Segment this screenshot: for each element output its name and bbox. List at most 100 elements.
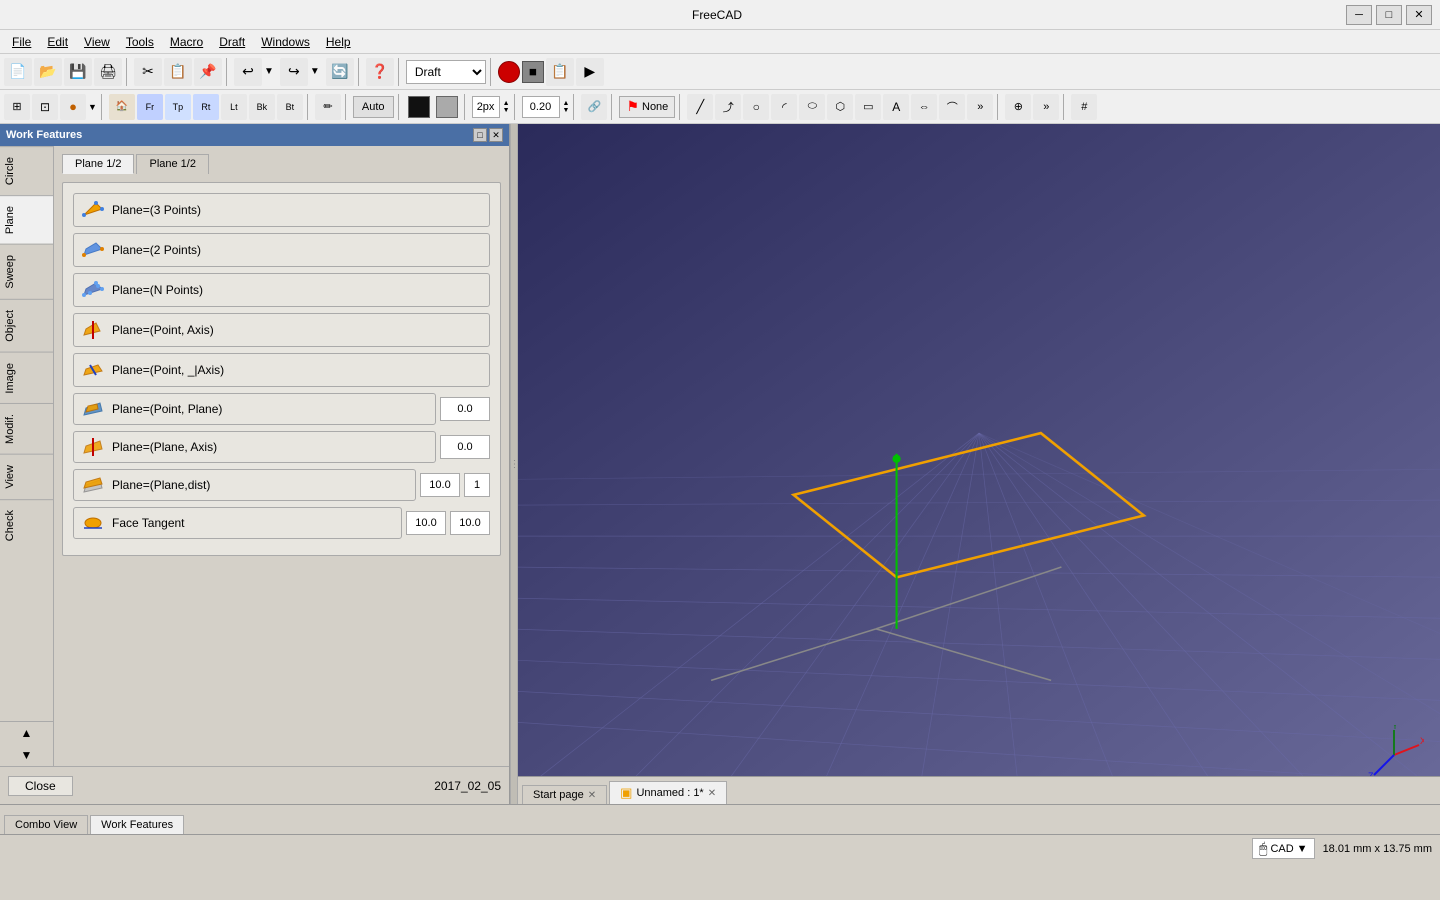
view-front-btn[interactable]: Fr: [137, 94, 163, 120]
view-3d-btn[interactable]: ●: [60, 94, 86, 120]
btn-plane-plane-axis[interactable]: Plane=(Plane, Axis): [73, 431, 436, 463]
side-tab-circle[interactable]: Circle: [0, 146, 53, 195]
view-left-btn[interactable]: Lt: [221, 94, 247, 120]
more-tools-btn[interactable]: »: [967, 94, 993, 120]
side-tab-sweep[interactable]: Sweep: [0, 244, 53, 299]
close-panel-btn[interactable]: Close: [8, 776, 73, 796]
maximize-button[interactable]: □: [1376, 5, 1402, 25]
panel-close-btn[interactable]: ✕: [489, 128, 503, 142]
view-back-btn[interactable]: Bk: [249, 94, 275, 120]
side-tab-plane[interactable]: Plane: [0, 195, 53, 244]
text-tool-btn[interactable]: A: [883, 94, 909, 120]
wire-tool-btn[interactable]: ⤴: [715, 94, 741, 120]
menu-tools[interactable]: Tools: [118, 33, 162, 51]
opacity-spinner[interactable]: ▲▼: [563, 100, 570, 114]
width-spinner[interactable]: ▲▼: [503, 100, 510, 114]
macro-editor-btn[interactable]: 📋: [546, 58, 574, 86]
btn-plane-2points[interactable]: Plane=(2 Points): [73, 233, 490, 267]
line-tool-btn[interactable]: ╱: [687, 94, 713, 120]
menu-file[interactable]: File: [4, 33, 39, 51]
cad-badge[interactable]: 🖱 CAD ▼: [1252, 838, 1315, 859]
bspline-tool-btn[interactable]: ⌒: [939, 94, 965, 120]
view-select-btn[interactable]: ⊡: [32, 94, 58, 120]
minimize-button[interactable]: ─: [1346, 5, 1372, 25]
btn-plane-point-axis[interactable]: Plane=(Point, Axis): [73, 313, 490, 347]
input-plane-plane-dist-2[interactable]: [464, 473, 490, 497]
polygon-tool-btn[interactable]: ⬡: [827, 94, 853, 120]
input-plane-plane-dist-1[interactable]: [420, 473, 460, 497]
help-btn[interactable]: ❓: [366, 58, 394, 86]
grid-btn[interactable]: #: [1071, 94, 1097, 120]
btn-plane-point-perpaxis[interactable]: Plane=(Point, _|Axis): [73, 353, 490, 387]
side-tab-view[interactable]: View: [0, 454, 53, 499]
canvas-area[interactable]: X Y Z Start page ✕ ▣ Unnamed : 1* ✕: [518, 124, 1440, 804]
menu-help[interactable]: Help: [318, 33, 359, 51]
undo-dropdown[interactable]: ▼: [264, 66, 274, 77]
ellipse-tool-btn[interactable]: ⬭: [799, 94, 825, 120]
side-tab-image[interactable]: Image: [0, 352, 53, 404]
line-color-swatch[interactable]: [408, 96, 430, 118]
canvas-tab-unnamed[interactable]: ▣ Unnamed : 1* ✕: [609, 781, 727, 804]
snap-tools-btn[interactable]: ⊕: [1005, 94, 1031, 120]
input-plane-plane-axis[interactable]: [440, 435, 490, 459]
menu-draft[interactable]: Draft: [211, 33, 253, 51]
scroll-down-btn[interactable]: ▼: [0, 744, 53, 766]
btn-face-tangent[interactable]: Face Tangent: [73, 507, 402, 539]
print-btn[interactable]: 🖨: [94, 58, 122, 86]
tab-plane-2[interactable]: Plane 1/2: [136, 154, 208, 174]
input-face-tangent-2[interactable]: [450, 511, 490, 535]
input-plane-point-plane[interactable]: [440, 397, 490, 421]
fill-color-swatch[interactable]: [436, 96, 458, 118]
side-tab-check[interactable]: Check: [0, 499, 53, 551]
menu-windows[interactable]: Windows: [253, 33, 318, 51]
btn-plane-3points[interactable]: Plane=(3 Points): [73, 193, 490, 227]
stop-macro-btn[interactable]: ■: [522, 61, 544, 83]
snap-icon-btn[interactable]: 🔗: [581, 94, 607, 120]
workbench-selector[interactable]: Draft Part Sketcher: [406, 60, 486, 84]
btn-plane-npoints[interactable]: Plane=(N Points): [73, 273, 490, 307]
bottom-tab-workfeatures[interactable]: Work Features: [90, 815, 184, 834]
panel-float-btn[interactable]: □: [473, 128, 487, 142]
btn-plane-plane-dist[interactable]: Plane=(Plane,dist): [73, 469, 416, 501]
record-macro-btn[interactable]: [498, 61, 520, 83]
canvas-tab-unnamed-close[interactable]: ✕: [708, 788, 716, 799]
scroll-up-btn[interactable]: ▲: [0, 721, 53, 744]
circle-tool-btn[interactable]: ○: [743, 94, 769, 120]
canvas-tab-startpage[interactable]: Start page ✕: [522, 785, 607, 804]
paste-btn[interactable]: 📌: [194, 58, 222, 86]
new-file-btn[interactable]: 📄: [4, 58, 32, 86]
redo-btn[interactable]: ↪: [280, 58, 308, 86]
rectangle-tool-btn[interactable]: ▭: [855, 94, 881, 120]
snap-auto-btn[interactable]: Auto: [353, 96, 394, 118]
view-right-btn[interactable]: Rt: [193, 94, 219, 120]
refresh-btn[interactable]: 🔄: [326, 58, 354, 86]
input-face-tangent-1[interactable]: [406, 511, 446, 535]
tab-plane-1[interactable]: Plane 1/2: [62, 154, 134, 174]
close-button[interactable]: ✕: [1406, 5, 1432, 25]
opacity-input[interactable]: [522, 96, 560, 118]
bottom-tab-comboview[interactable]: Combo View: [4, 815, 88, 834]
view-fit-btn[interactable]: ⊞: [4, 94, 30, 120]
run-macro-btn[interactable]: ▶: [576, 58, 604, 86]
panel-splitter[interactable]: ⋮: [510, 124, 518, 804]
construction-none-btn[interactable]: ⚑ None: [619, 96, 675, 118]
view-bottom-btn[interactable]: Bt: [277, 94, 303, 120]
dimension-tool-btn[interactable]: ⇔: [911, 94, 937, 120]
canvas-tab-startpage-close[interactable]: ✕: [588, 790, 596, 801]
more-snap-btn[interactable]: »: [1033, 94, 1059, 120]
view-home-btn[interactable]: 🏠: [109, 94, 135, 120]
menu-macro[interactable]: Macro: [162, 33, 211, 51]
side-tab-object[interactable]: Object: [0, 299, 53, 352]
cad-dropdown-icon[interactable]: ▼: [1297, 843, 1308, 855]
line-width-input[interactable]: [472, 96, 500, 118]
draw-style-btn[interactable]: ✏: [315, 94, 341, 120]
menu-edit[interactable]: Edit: [39, 33, 76, 51]
view-3d-dropdown[interactable]: ▼: [88, 102, 97, 112]
menu-view[interactable]: View: [76, 33, 118, 51]
view-top-btn[interactable]: Tp: [165, 94, 191, 120]
redo-dropdown[interactable]: ▼: [310, 66, 320, 77]
btn-plane-point-plane[interactable]: Plane=(Point, Plane): [73, 393, 436, 425]
side-tab-modif[interactable]: Modif.: [0, 403, 53, 454]
arc-tool-btn[interactable]: ◜: [771, 94, 797, 120]
open-file-btn[interactable]: 📂: [34, 58, 62, 86]
